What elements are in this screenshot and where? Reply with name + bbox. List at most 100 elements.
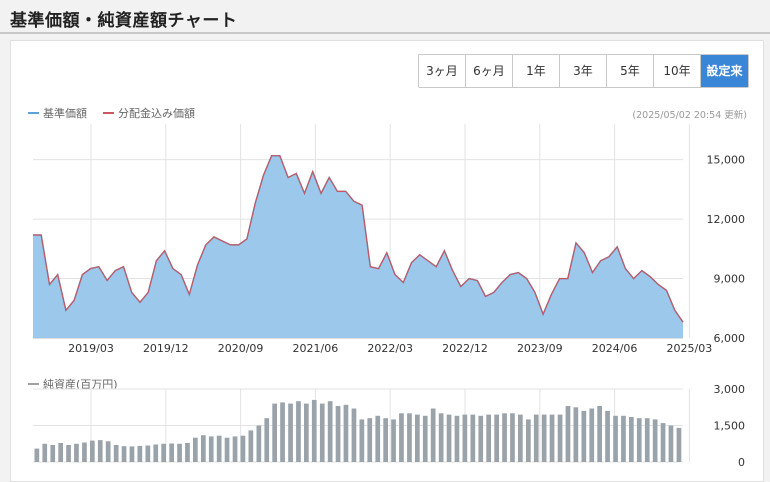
- net-assets-bar: [486, 414, 491, 462]
- net-assets-bar: [581, 410, 587, 462]
- net-assets-bar: [335, 406, 341, 462]
- x-tick-label: 2020/09: [218, 342, 264, 355]
- bar-y-tick-label: 3,000: [714, 383, 746, 396]
- net-assets-bar: [42, 443, 48, 463]
- x-tick-label: 2023/09: [517, 342, 563, 355]
- net-assets-bar: [391, 419, 396, 462]
- net-assets-bar: [169, 443, 174, 462]
- fund-chart: 6,000 9,000 12,000 15,000 2019/03 2019/12 2020…: [33, 124, 746, 469]
- net-assets-bar: [573, 407, 579, 463]
- net-assets-bar: [177, 443, 182, 463]
- net-assets-bar: [121, 446, 127, 462]
- net-assets-bar: [264, 418, 270, 462]
- net-assets-bar: [668, 425, 674, 462]
- net-assets-bar: [272, 403, 277, 462]
- net-assets-bar: [644, 418, 650, 462]
- net-assets-bar: [446, 414, 452, 462]
- net-assets-bar: [208, 436, 214, 462]
- net-assets-bar: [311, 399, 317, 462]
- net-assets-bar: [676, 427, 682, 462]
- net-assets-bar: [510, 413, 515, 462]
- x-tick-label: 2022/03: [367, 342, 413, 355]
- net-assets-bar: [636, 418, 642, 462]
- net-assets-bar: [478, 415, 484, 462]
- net-assets-bar: [90, 440, 95, 462]
- net-assets-bar: [58, 443, 63, 462]
- net-assets-bar: [383, 418, 388, 462]
- net-assets-bar: [613, 415, 618, 462]
- net-assets-bar: [454, 415, 460, 462]
- net-assets-bar: [137, 445, 143, 462]
- net-assets-bar: [216, 435, 222, 462]
- net-assets-bar: [296, 401, 301, 462]
- net-assets-bar: [304, 403, 309, 462]
- bar-y-tick-label: 1,500: [714, 420, 746, 433]
- net-assets-bar: [161, 443, 166, 463]
- net-assets-bar: [462, 414, 468, 462]
- net-assets-bar: [50, 445, 56, 462]
- net-assets-bar: [494, 414, 499, 462]
- y-tick-label: 12,000: [707, 213, 746, 226]
- net-assets-bar: [629, 417, 634, 462]
- x-tick-label: 2024/06: [592, 342, 638, 355]
- net-assets-bar: [145, 445, 151, 462]
- net-assets-bar: [407, 413, 412, 462]
- x-tick-label: 2025/03: [667, 342, 713, 355]
- net-assets-bar: [201, 435, 206, 462]
- net-assets-bar: [248, 430, 254, 462]
- net-assets-bar: [97, 440, 103, 462]
- net-assets-bar: [34, 448, 40, 462]
- net-assets-bar: [549, 414, 555, 462]
- net-assets-bar: [193, 437, 198, 462]
- title-divider: [0, 32, 770, 34]
- net-assets-bar: [153, 444, 159, 462]
- y-tick-label: 15,000: [707, 154, 746, 167]
- x-tick-label: 2022/12: [442, 342, 488, 355]
- net-assets-bar: [66, 445, 71, 462]
- net-assets-bar: [359, 419, 365, 462]
- net-assets-bar: [351, 408, 357, 462]
- net-assets-bar: [399, 413, 404, 462]
- net-assets-bar: [526, 419, 531, 462]
- net-assets-bar: [288, 403, 293, 462]
- net-assets-bar: [605, 410, 610, 462]
- net-assets-bar: [74, 443, 79, 463]
- nav-area: [33, 155, 683, 338]
- net-assets-bar: [185, 443, 190, 462]
- net-assets-bar: [129, 446, 135, 462]
- net-assets-bar: [652, 419, 658, 462]
- net-assets-bar: [502, 413, 507, 462]
- net-assets-bar: [415, 414, 420, 462]
- bar-y-tick-label: 0: [738, 456, 745, 469]
- net-assets-bar: [327, 401, 333, 462]
- net-assets-bar: [367, 418, 373, 462]
- net-assets-bar: [224, 437, 230, 462]
- net-assets-bar: [280, 402, 285, 462]
- net-assets-bar: [557, 414, 563, 462]
- net-assets-bar: [597, 406, 602, 462]
- x-tick-label: 2021/06: [293, 342, 339, 355]
- net-assets-bar: [319, 403, 325, 462]
- y-tick-label: 9,000: [714, 273, 746, 286]
- chart-card: 3ヶ月 6ヶ月 1年 3年 5年 10年 設定来 基準価額 分配金込み価額 (2025/05…: [10, 40, 764, 482]
- page-title: 基準価額・純資産額チャート: [10, 11, 238, 31]
- net-assets-bar: [105, 441, 111, 462]
- net-assets-bar: [232, 436, 238, 462]
- x-tick-label: 2019/03: [68, 342, 114, 355]
- net-assets-bar: [113, 445, 119, 462]
- net-assets-bar: [82, 442, 87, 462]
- x-tick-label: 2019/12: [143, 342, 189, 355]
- net-assets-bar: [422, 415, 428, 462]
- y-tick-label: 6,000: [714, 332, 746, 345]
- net-assets-bar: [430, 408, 436, 462]
- net-assets-bar: [565, 406, 571, 462]
- net-assets-bar: [589, 408, 595, 462]
- net-assets-bar: [541, 414, 547, 462]
- net-assets-bar: [343, 404, 349, 462]
- net-assets-bar: [533, 414, 539, 462]
- net-assets-bar: [375, 415, 381, 462]
- net-assets-bar: [660, 423, 666, 462]
- net-assets-bar: [621, 415, 626, 462]
- net-assets-bar: [470, 414, 476, 462]
- net-assets-bar: [438, 413, 444, 462]
